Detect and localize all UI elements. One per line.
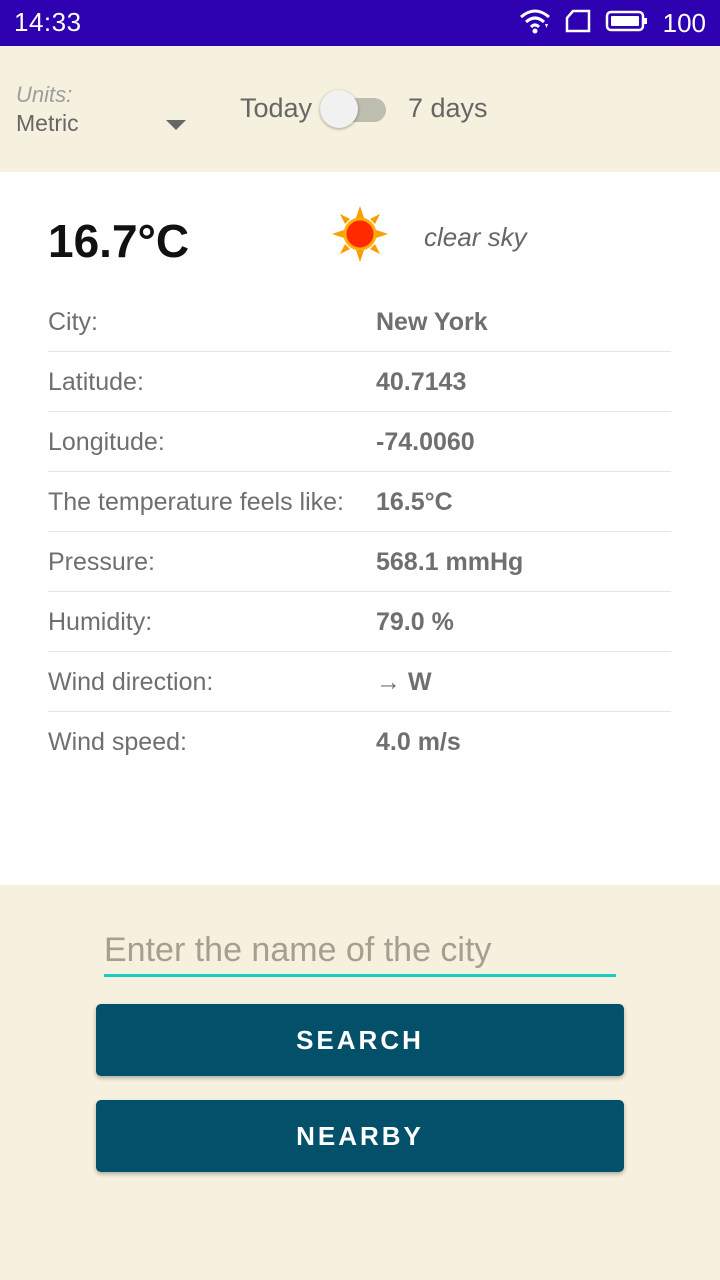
longitude-value: -74.0060 [376, 428, 475, 456]
table-row: Latitude: 40.7143 [48, 352, 671, 412]
table-row: Pressure: 568.1 mmHg [48, 532, 671, 592]
today-label: Today [240, 93, 313, 123]
wind-direction-value: → W [376, 668, 432, 696]
latitude-label: Latitude: [48, 368, 144, 396]
status-icons: 100 [519, 8, 706, 39]
wind-direction-label: Wind direction: [48, 668, 214, 696]
units-label: Units: [16, 82, 73, 107]
table-row: City: New York [48, 292, 671, 352]
city-label: City: [48, 308, 98, 336]
latitude-value: 40.7143 [376, 368, 467, 396]
units-selected-value[interactable]: Metric [16, 110, 79, 137]
weather-details-table: City: New York Latitude: 40.7143 Longitu… [48, 292, 671, 771]
weather-description: clear sky [424, 222, 527, 252]
table-row: Longitude: -74.0060 [48, 412, 671, 472]
forecast-range-switch[interactable] [320, 90, 386, 128]
battery-icon [605, 9, 649, 38]
longitude-label: Longitude: [48, 428, 165, 456]
nearby-button[interactable]: NEARBY [96, 1100, 624, 1172]
wind-speed-label: Wind speed: [48, 728, 187, 756]
city-search-input[interactable] [104, 926, 616, 977]
wind-speed-value: 4.0 m/s [376, 728, 461, 756]
sim-card-icon [565, 9, 591, 38]
table-row: Wind speed: 4.0 m/s [48, 712, 671, 771]
pressure-value: 568.1 mmHg [376, 548, 524, 576]
humidity-label: Humidity: [48, 608, 153, 636]
status-time: 14:33 [14, 7, 82, 37]
search-button[interactable]: SEARCH [96, 1004, 624, 1076]
current-temperature: 16.7°C [48, 215, 190, 267]
controls-bar: Units: Metric Today 7 days [0, 46, 720, 172]
feels-like-label: The temperature feels like: [48, 488, 344, 516]
seven-days-label: 7 days [408, 93, 488, 123]
sun-icon [330, 204, 390, 264]
city-value: New York [376, 308, 488, 336]
humidity-value: 79.0 % [376, 608, 454, 636]
pressure-label: Pressure: [48, 548, 155, 576]
switch-thumb[interactable] [320, 90, 358, 128]
feels-like-value: 16.5°C [376, 488, 453, 516]
battery-level: 100 [662, 8, 706, 38]
weather-card: 16.7°C clear sky City: New York Latitude… [0, 172, 720, 885]
table-row: Humidity: 79.0 % [48, 592, 671, 652]
status-bar: 14:33 100 [0, 0, 720, 46]
dropdown-arrow-icon[interactable] [166, 120, 186, 130]
table-row: Wind direction: → W [48, 652, 671, 712]
wifi-icon [519, 8, 551, 39]
table-row: The temperature feels like: 16.5°C [48, 472, 671, 532]
